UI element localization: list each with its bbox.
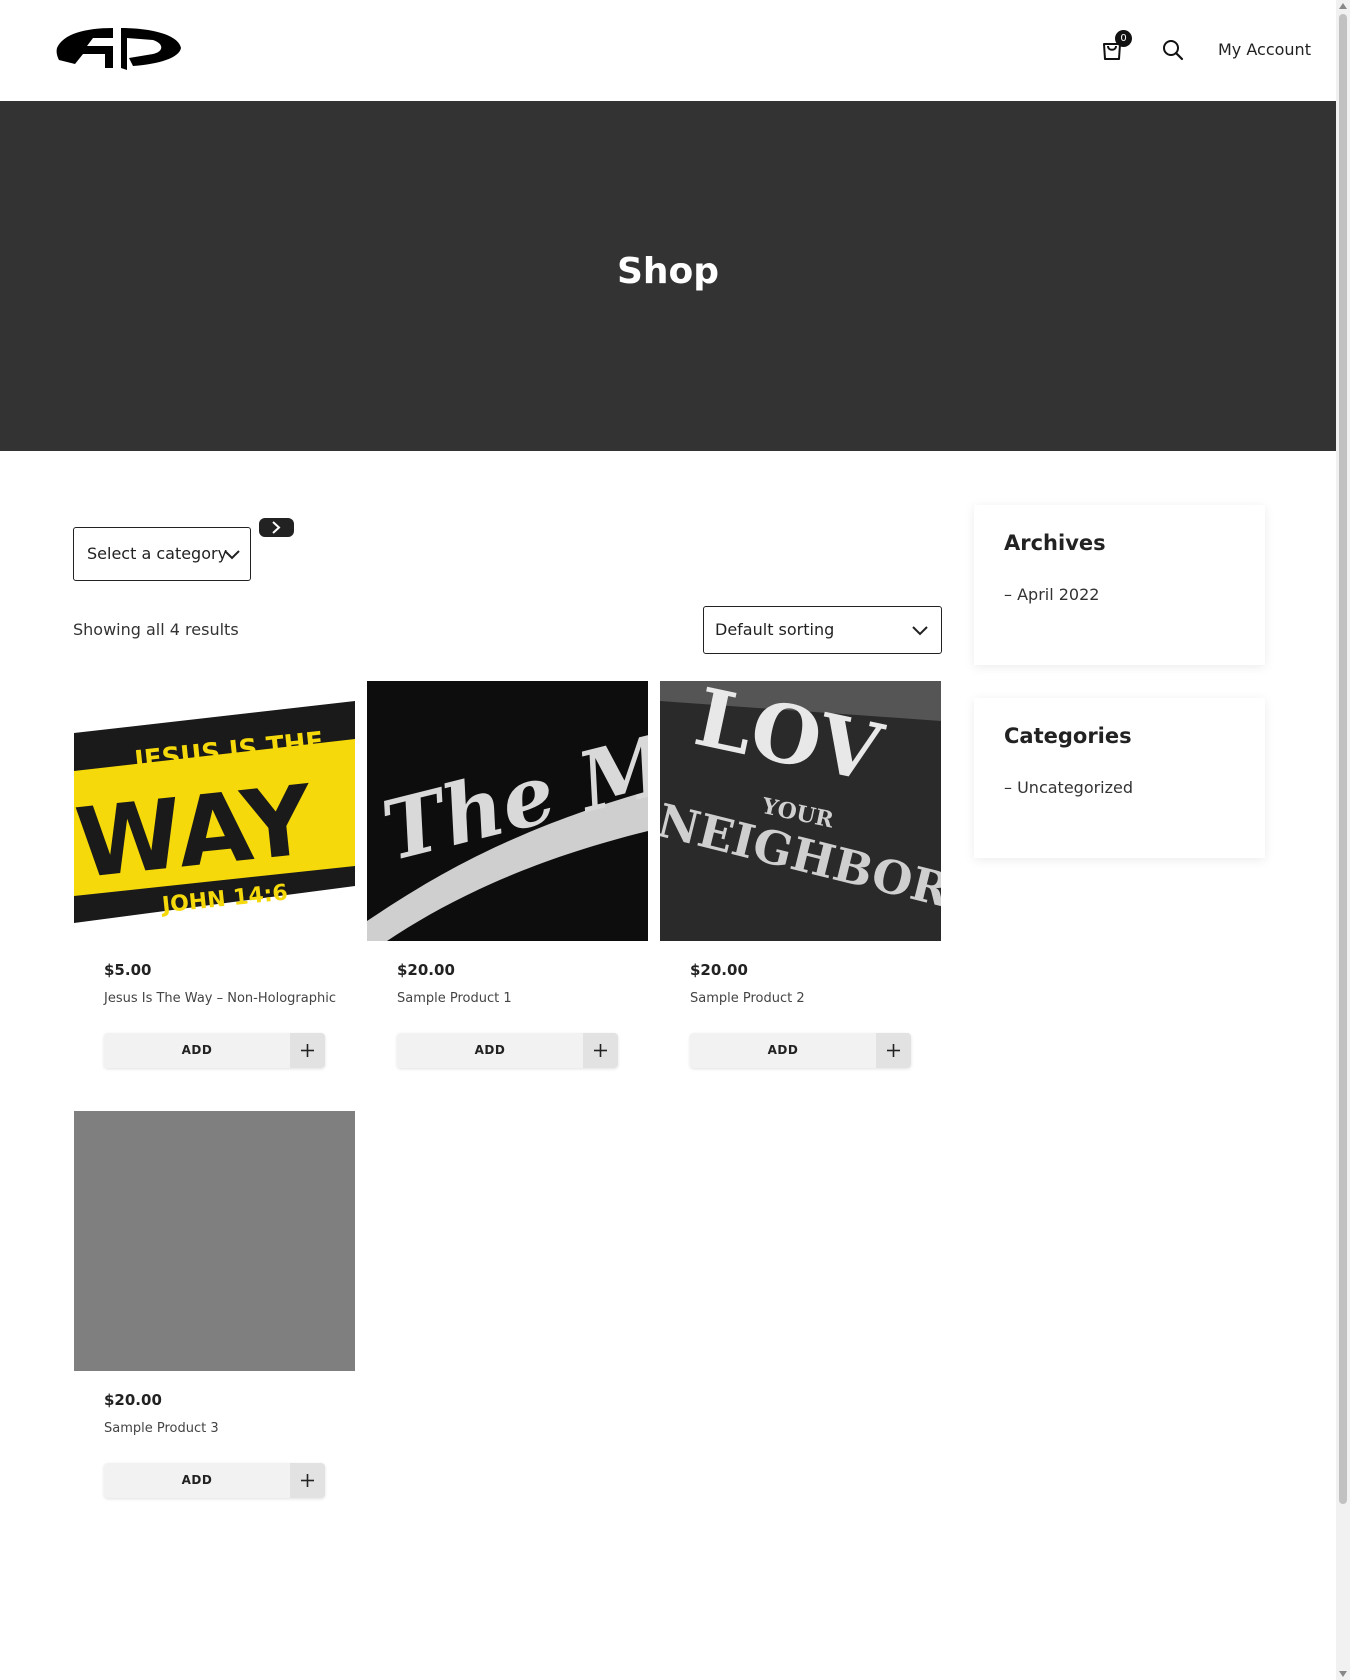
plus-icon[interactable] [290, 1463, 325, 1498]
add-to-cart-button[interactable]: ADD [104, 1033, 325, 1068]
add-to-cart-button[interactable]: ADD [397, 1033, 618, 1068]
scroll-up-arrow-icon[interactable] [1339, 3, 1347, 9]
add-button-label: ADD [181, 1473, 213, 1487]
site-header: 0 My Account [0, 0, 1336, 101]
results-count: Showing all 4 results [73, 620, 239, 639]
plus-icon[interactable] [876, 1033, 911, 1068]
chevron-down-icon [222, 544, 242, 564]
plus-icon[interactable] [290, 1033, 325, 1068]
category-select-value: Select a category [87, 544, 228, 563]
product-title[interactable]: Sample Product 3 [104, 1421, 219, 1436]
scrollbar-thumb[interactable] [1339, 14, 1347, 1504]
archives-widget: Archives – April 2022 [974, 505, 1265, 665]
add-button-label: ADD [181, 1043, 213, 1057]
add-button-label: ADD [767, 1043, 799, 1057]
add-to-cart-button[interactable]: ADD [690, 1033, 911, 1068]
product-image[interactable]: The M [367, 681, 648, 941]
page-hero: Shop [0, 101, 1336, 451]
product-price: $20.00 [104, 1391, 162, 1409]
category-select[interactable]: Select a category [73, 527, 251, 581]
sorting-select[interactable]: Default sorting [703, 606, 942, 654]
product-price: $20.00 [690, 961, 748, 979]
plus-icon[interactable] [583, 1033, 618, 1068]
categories-widget: Categories – Uncategorized [974, 698, 1265, 858]
page-scrollbar[interactable] [1336, 0, 1350, 1680]
product-image[interactable]: JESUS IS THE WAY JOHN 14:6 [74, 681, 355, 941]
category-link[interactable]: – Uncategorized [1004, 778, 1133, 797]
product-card: $20.00 Sample Product 3 ADD [73, 1111, 356, 1531]
my-account-link[interactable]: My Account [1218, 40, 1311, 59]
product-title[interactable]: Sample Product 1 [397, 991, 512, 1006]
product-image[interactable]: LOV YOUR NEIGHBOR [660, 681, 941, 941]
page-title: Shop [616, 251, 720, 292]
product-card: The M $20.00 Sample Product 1 ADD [366, 681, 649, 1101]
archives-title: Archives [1004, 531, 1106, 555]
categories-title: Categories [1004, 724, 1132, 748]
product-card: LOV YOUR NEIGHBOR $20.00 Sample Product … [659, 681, 942, 1101]
product-title[interactable]: Sample Product 2 [690, 991, 805, 1006]
sorting-select-value: Default sorting [715, 620, 835, 639]
chevron-down-icon [910, 620, 930, 640]
product-card: JESUS IS THE WAY JOHN 14:6 $5.00 Jesus I… [73, 681, 356, 1101]
archive-link[interactable]: – April 2022 [1004, 585, 1099, 604]
product-image-placeholder[interactable] [74, 1111, 355, 1371]
product-price: $20.00 [397, 961, 455, 979]
product-price: $5.00 [104, 961, 152, 979]
cart-count-badge: 0 [1115, 30, 1132, 47]
scroll-down-arrow-icon[interactable] [1339, 1671, 1347, 1677]
add-button-label: ADD [474, 1043, 506, 1057]
category-submit-button[interactable] [259, 518, 294, 537]
search-icon[interactable] [1162, 39, 1186, 63]
site-logo[interactable] [55, 24, 183, 72]
add-to-cart-button[interactable]: ADD [104, 1463, 325, 1498]
product-title[interactable]: Jesus Is The Way – Non-Holographic [104, 991, 336, 1006]
chevron-right-icon [272, 521, 281, 534]
